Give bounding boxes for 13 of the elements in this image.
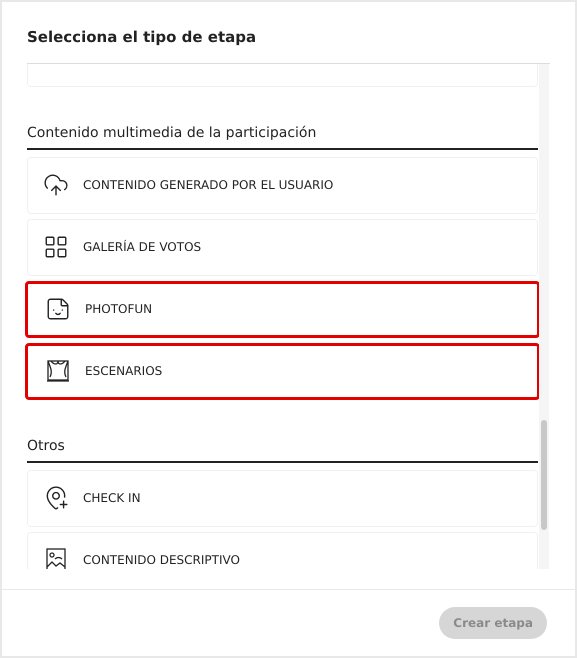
- stage-type-option[interactable]: GALERÍA DE VOTOS: [27, 218, 538, 276]
- section-heading: Otros: [27, 436, 538, 462]
- stage-type-option[interactable]: PHOTOFUN: [25, 280, 540, 338]
- dialog-title: Selecciona el tipo de etapa: [27, 26, 550, 64]
- sticker-icon: [45, 296, 71, 322]
- cloud-upload-icon: [43, 172, 69, 198]
- section-heading: Contenido multimedia de la participación: [27, 122, 538, 150]
- curtain-icon: [45, 358, 71, 384]
- stage-type-option[interactable]: ESCENARIOS: [25, 342, 540, 400]
- stage-type-option[interactable]: CONTENIDO GENERADO POR EL USUARIO: [27, 156, 538, 214]
- stage-type-option[interactable]: CHECK IN: [27, 470, 538, 526]
- stage-type-option[interactable]: CONTENIDO DESCRIPTIVO: [27, 532, 538, 568]
- grid-icon: [43, 234, 69, 260]
